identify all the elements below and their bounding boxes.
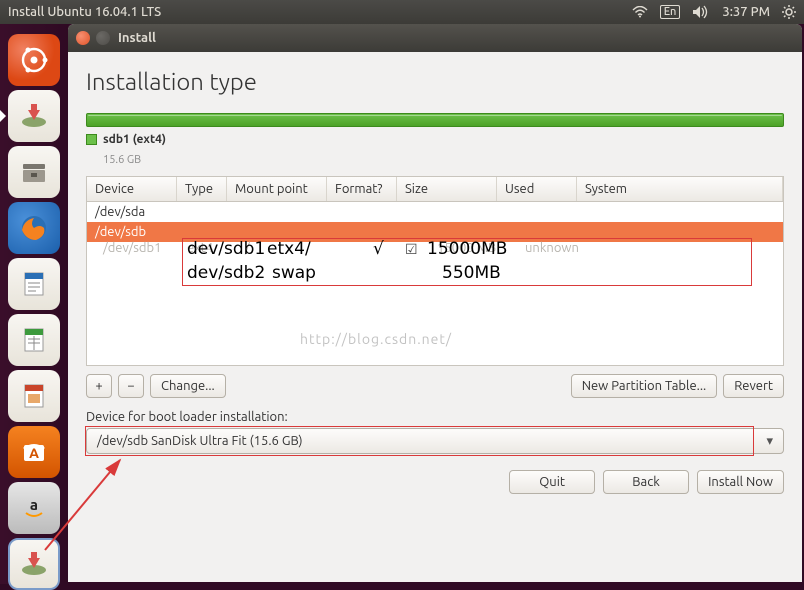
top-bar-title: Install Ubuntu 16.04.1 LTS <box>8 5 161 19</box>
launcher-writer[interactable] <box>8 258 60 310</box>
launcher-firefox[interactable] <box>8 202 60 254</box>
col-used[interactable]: Used <box>497 177 577 201</box>
launcher-installer[interactable] <box>8 90 60 142</box>
bootloader-device-combo[interactable]: /dev/sdb SanDisk Ultra Fit (15.6 GB) <box>86 428 784 454</box>
minimize-icon[interactable] <box>96 31 110 45</box>
clock[interactable]: 3:37 PM <box>722 5 770 19</box>
launcher-calc[interactable] <box>8 314 60 366</box>
partition-swatch <box>86 134 97 145</box>
col-format[interactable]: Format? <box>327 177 397 201</box>
add-partition-button[interactable]: + <box>86 374 112 398</box>
table-row[interactable]: /dev/sda <box>87 202 783 222</box>
quit-button[interactable]: Quit <box>509 470 595 494</box>
launcher-files[interactable] <box>8 146 60 198</box>
row-used: unknown <box>525 241 579 255</box>
launcher-installer-running[interactable] <box>8 538 60 590</box>
row-format-checkbox[interactable]: ☑ <box>405 241 418 258</box>
page-title: Installation type <box>86 68 784 95</box>
col-mount[interactable]: Mount point <box>227 177 327 201</box>
install-now-button[interactable]: Install Now <box>697 470 784 494</box>
annot-dev1: dev/sdb1 <box>187 239 265 259</box>
col-type[interactable]: Type <box>177 177 227 201</box>
svg-text:A: A <box>29 445 39 461</box>
annot-fs1: etx4/ <box>267 239 311 259</box>
close-icon[interactable] <box>76 31 90 45</box>
annot-size1: 15000MB <box>427 239 507 259</box>
launcher: A a <box>0 24 68 584</box>
back-button[interactable]: Back <box>603 470 689 494</box>
window-title: Install <box>118 31 156 45</box>
bootloader-label: Device for boot loader installation: <box>86 410 784 424</box>
launcher-dash[interactable] <box>8 34 60 86</box>
launcher-software[interactable]: A <box>8 426 60 478</box>
titlebar[interactable]: Install <box>68 24 802 52</box>
annot-chk1: √ <box>373 239 384 259</box>
annot-size2: 550MB <box>442 263 501 283</box>
wifi-icon[interactable] <box>632 6 648 18</box>
gear-icon[interactable] <box>782 5 796 19</box>
language-indicator[interactable]: En <box>660 5 681 19</box>
revert-button[interactable]: Revert <box>723 374 784 398</box>
row-device: /dev/sdb1 <box>103 241 161 255</box>
partition-name: sdb1 (ext4) <box>103 133 166 146</box>
launcher-amazon[interactable]: a <box>8 482 60 534</box>
partition-size: 15.6 GB <box>103 154 784 166</box>
col-system[interactable]: System <box>577 177 783 201</box>
installer-window: Install Installation type sdb1 (ext4) 15… <box>68 24 802 582</box>
launcher-impress[interactable] <box>8 370 60 422</box>
top-menu-bar: Install Ubuntu 16.04.1 LTS En 3:37 PM <box>0 0 804 24</box>
annot-dev2: dev/sdb2 <box>187 263 265 283</box>
remove-partition-button[interactable]: − <box>118 374 144 398</box>
annot-fs2: swap <box>272 263 316 283</box>
svg-text:a: a <box>30 496 38 513</box>
change-partition-button[interactable]: Change... <box>150 374 226 398</box>
col-device[interactable]: Device <box>87 177 177 201</box>
new-partition-table-button[interactable]: New Partition Table... <box>571 374 718 398</box>
volume-icon[interactable] <box>692 5 710 19</box>
partition-usage-bar <box>86 113 784 127</box>
col-size[interactable]: Size <box>397 177 497 201</box>
partition-table[interactable]: Device Type Mount point Format? Size Use… <box>86 176 784 366</box>
